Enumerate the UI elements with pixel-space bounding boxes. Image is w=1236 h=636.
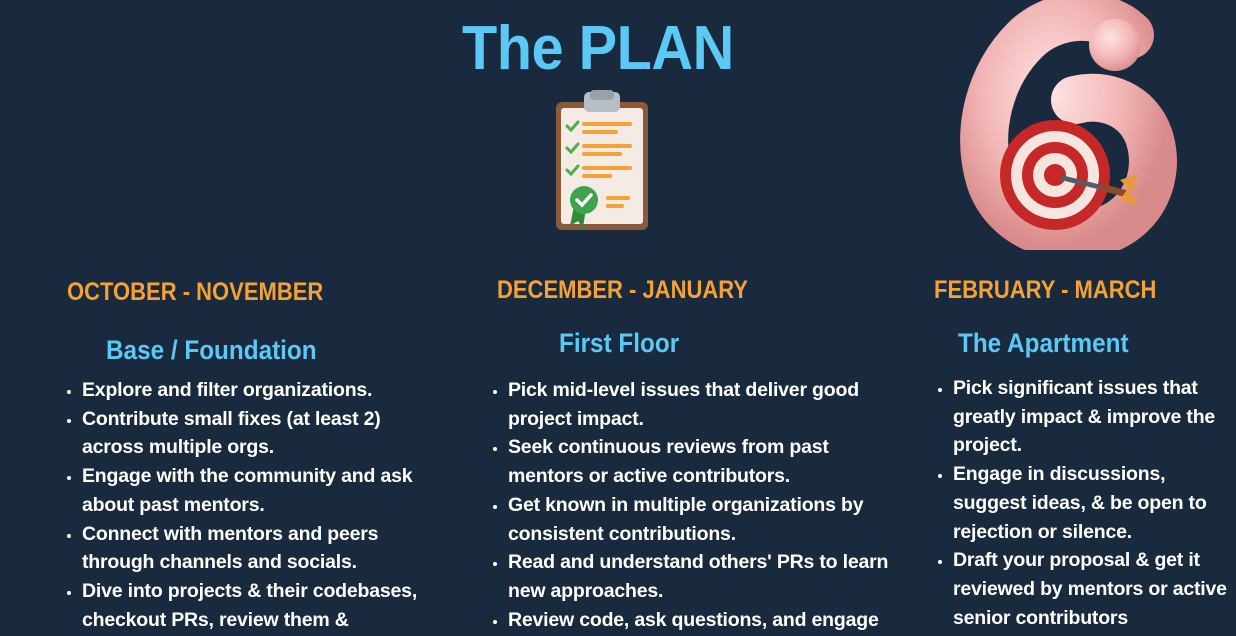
column-1-list: Explore and filter organizations. Contri…: [60, 376, 442, 634]
phase-title-first-floor: First Floor: [559, 328, 680, 358]
clipboard-checklist-icon: [556, 90, 648, 230]
list-item: Engage with the community and ask about …: [82, 462, 442, 519]
list-item: Explore and filter organizations.: [82, 376, 442, 405]
list-item: Engage in discussions, suggest ideas, & …: [953, 460, 1236, 546]
column-3-list: Pick significant issues that greatly imp…: [931, 374, 1236, 632]
list-item: Review code, ask questions, and engage: [508, 606, 908, 635]
list-item: Draft your proposal & get it reviewed by…: [953, 546, 1236, 632]
list-item: Pick significant issues that greatly imp…: [953, 374, 1236, 460]
phase-title-foundation: Base / Foundation: [106, 335, 317, 365]
list-item: Seek continuous reviews from past mentor…: [508, 433, 908, 490]
list-item: Get known in multiple organizations by c…: [508, 491, 908, 548]
page-title: The PLAN: [462, 14, 734, 83]
number-six-target-icon: [960, 0, 1177, 250]
phase-title-apartment: The Apartment: [958, 328, 1129, 358]
list-item: Pick mid-level issues that deliver good …: [508, 376, 908, 433]
list-item: Contribute small fixes (at least 2) acro…: [82, 405, 442, 462]
list-item: Dive into projects & their codebases, ch…: [82, 577, 442, 634]
period-october-november: OCTOBER - NOVEMBER: [67, 278, 324, 306]
period-december-january: DECEMBER - JANUARY: [497, 276, 748, 304]
period-february-march: FEBRUARY - MARCH: [934, 276, 1157, 304]
list-item: Connect with mentors and peers through c…: [82, 520, 442, 577]
column-2-list: Pick mid-level issues that deliver good …: [486, 376, 908, 634]
list-item: Read and understand others' PRs to learn…: [508, 548, 908, 605]
